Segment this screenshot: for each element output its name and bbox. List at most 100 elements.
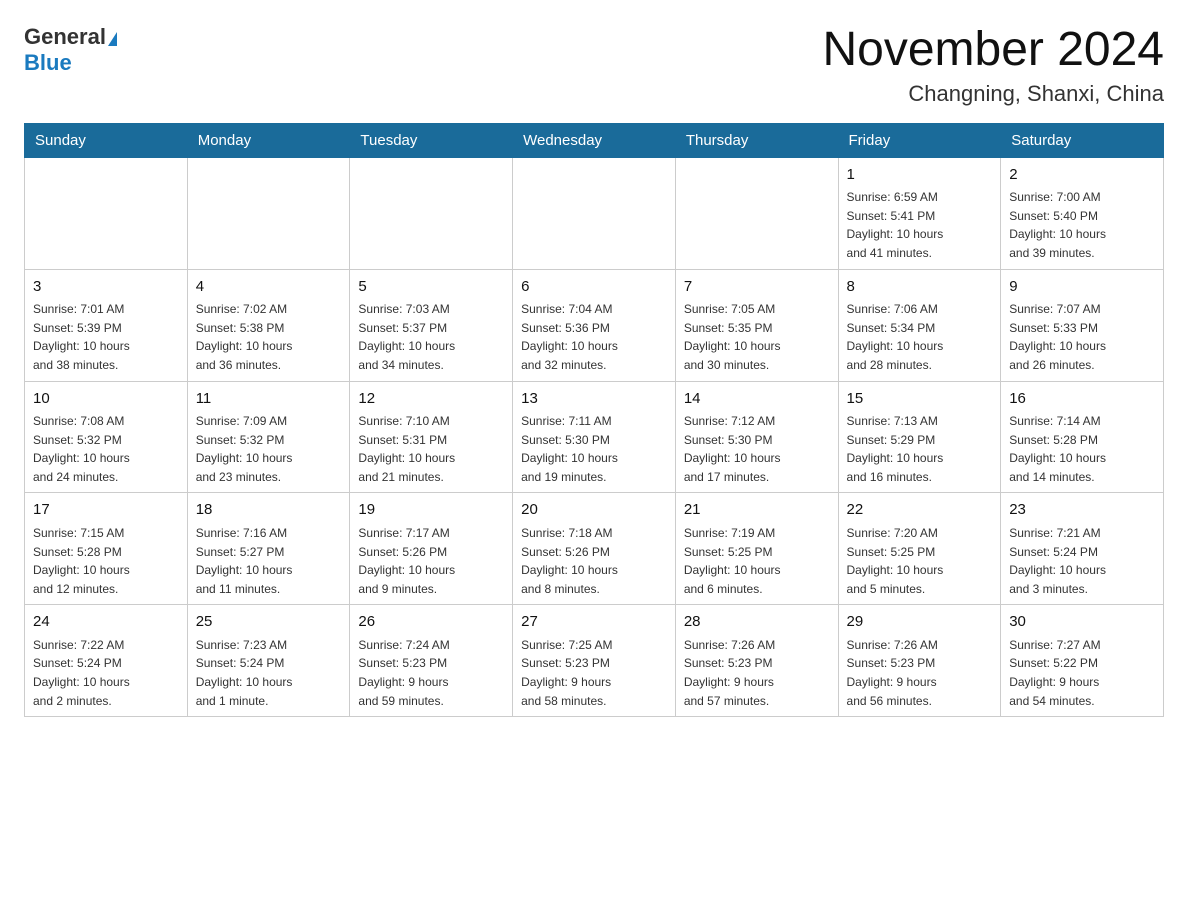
month-year-title: November 2024 <box>822 24 1164 77</box>
day-info: Sunrise: 7:13 AM Sunset: 5:29 PM Dayligh… <box>847 412 993 486</box>
day-number: 26 <box>358 611 504 634</box>
calendar-week-0: 1Sunrise: 6:59 AM Sunset: 5:41 PM Daylig… <box>25 157 1164 269</box>
day-info: Sunrise: 7:15 AM Sunset: 5:28 PM Dayligh… <box>33 524 179 598</box>
calendar-cell: 2Sunrise: 7:00 AM Sunset: 5:40 PM Daylig… <box>1001 157 1164 269</box>
day-info: Sunrise: 7:21 AM Sunset: 5:24 PM Dayligh… <box>1009 524 1155 598</box>
calendar-table: SundayMondayTuesdayWednesdayThursdayFrid… <box>24 123 1164 717</box>
day-info: Sunrise: 7:11 AM Sunset: 5:30 PM Dayligh… <box>521 412 667 486</box>
calendar-cell: 4Sunrise: 7:02 AM Sunset: 5:38 PM Daylig… <box>187 269 350 381</box>
day-number: 29 <box>847 611 993 634</box>
calendar-cell: 6Sunrise: 7:04 AM Sunset: 5:36 PM Daylig… <box>513 269 676 381</box>
day-number: 16 <box>1009 388 1155 411</box>
header-thursday: Thursday <box>675 123 838 157</box>
calendar-cell: 11Sunrise: 7:09 AM Sunset: 5:32 PM Dayli… <box>187 381 350 493</box>
title-block: November 2024 Changning, Shanxi, China <box>822 24 1164 107</box>
day-number: 5 <box>358 276 504 299</box>
day-info: Sunrise: 7:20 AM Sunset: 5:25 PM Dayligh… <box>847 524 993 598</box>
day-info: Sunrise: 6:59 AM Sunset: 5:41 PM Dayligh… <box>847 188 993 262</box>
calendar-cell: 27Sunrise: 7:25 AM Sunset: 5:23 PM Dayli… <box>513 605 676 717</box>
day-info: Sunrise: 7:03 AM Sunset: 5:37 PM Dayligh… <box>358 300 504 374</box>
calendar-cell: 1Sunrise: 6:59 AM Sunset: 5:41 PM Daylig… <box>838 157 1001 269</box>
logo-general-text: General <box>24 24 106 49</box>
header-sunday: Sunday <box>25 123 188 157</box>
calendar-cell: 20Sunrise: 7:18 AM Sunset: 5:26 PM Dayli… <box>513 493 676 605</box>
day-number: 8 <box>847 276 993 299</box>
calendar-cell: 8Sunrise: 7:06 AM Sunset: 5:34 PM Daylig… <box>838 269 1001 381</box>
day-info: Sunrise: 7:00 AM Sunset: 5:40 PM Dayligh… <box>1009 188 1155 262</box>
calendar-cell: 30Sunrise: 7:27 AM Sunset: 5:22 PM Dayli… <box>1001 605 1164 717</box>
calendar-cell: 14Sunrise: 7:12 AM Sunset: 5:30 PM Dayli… <box>675 381 838 493</box>
day-number: 22 <box>847 499 993 522</box>
day-info: Sunrise: 7:25 AM Sunset: 5:23 PM Dayligh… <box>521 636 667 710</box>
day-info: Sunrise: 7:27 AM Sunset: 5:22 PM Dayligh… <box>1009 636 1155 710</box>
day-number: 6 <box>521 276 667 299</box>
day-info: Sunrise: 7:24 AM Sunset: 5:23 PM Dayligh… <box>358 636 504 710</box>
day-info: Sunrise: 7:07 AM Sunset: 5:33 PM Dayligh… <box>1009 300 1155 374</box>
day-info: Sunrise: 7:22 AM Sunset: 5:24 PM Dayligh… <box>33 636 179 710</box>
day-number: 18 <box>196 499 342 522</box>
calendar-cell: 26Sunrise: 7:24 AM Sunset: 5:23 PM Dayli… <box>350 605 513 717</box>
calendar-cell: 15Sunrise: 7:13 AM Sunset: 5:29 PM Dayli… <box>838 381 1001 493</box>
calendar-cell: 7Sunrise: 7:05 AM Sunset: 5:35 PM Daylig… <box>675 269 838 381</box>
calendar-header-row: SundayMondayTuesdayWednesdayThursdayFrid… <box>25 123 1164 157</box>
calendar-cell: 3Sunrise: 7:01 AM Sunset: 5:39 PM Daylig… <box>25 269 188 381</box>
day-number: 1 <box>847 164 993 187</box>
calendar-cell: 29Sunrise: 7:26 AM Sunset: 5:23 PM Dayli… <box>838 605 1001 717</box>
day-number: 28 <box>684 611 830 634</box>
day-info: Sunrise: 7:10 AM Sunset: 5:31 PM Dayligh… <box>358 412 504 486</box>
day-number: 20 <box>521 499 667 522</box>
day-info: Sunrise: 7:12 AM Sunset: 5:30 PM Dayligh… <box>684 412 830 486</box>
logo: General Blue <box>24 24 117 76</box>
calendar-cell: 16Sunrise: 7:14 AM Sunset: 5:28 PM Dayli… <box>1001 381 1164 493</box>
calendar-week-4: 24Sunrise: 7:22 AM Sunset: 5:24 PM Dayli… <box>25 605 1164 717</box>
calendar-cell <box>513 157 676 269</box>
day-info: Sunrise: 7:26 AM Sunset: 5:23 PM Dayligh… <box>847 636 993 710</box>
calendar-cell: 9Sunrise: 7:07 AM Sunset: 5:33 PM Daylig… <box>1001 269 1164 381</box>
calendar-week-1: 3Sunrise: 7:01 AM Sunset: 5:39 PM Daylig… <box>25 269 1164 381</box>
calendar-cell: 18Sunrise: 7:16 AM Sunset: 5:27 PM Dayli… <box>187 493 350 605</box>
day-number: 10 <box>33 388 179 411</box>
calendar-cell: 12Sunrise: 7:10 AM Sunset: 5:31 PM Dayli… <box>350 381 513 493</box>
day-info: Sunrise: 7:17 AM Sunset: 5:26 PM Dayligh… <box>358 524 504 598</box>
day-info: Sunrise: 7:19 AM Sunset: 5:25 PM Dayligh… <box>684 524 830 598</box>
location-subtitle: Changning, Shanxi, China <box>822 81 1164 107</box>
calendar-cell: 19Sunrise: 7:17 AM Sunset: 5:26 PM Dayli… <box>350 493 513 605</box>
header-friday: Friday <box>838 123 1001 157</box>
day-info: Sunrise: 7:23 AM Sunset: 5:24 PM Dayligh… <box>196 636 342 710</box>
calendar-cell <box>350 157 513 269</box>
day-info: Sunrise: 7:05 AM Sunset: 5:35 PM Dayligh… <box>684 300 830 374</box>
calendar-week-2: 10Sunrise: 7:08 AM Sunset: 5:32 PM Dayli… <box>25 381 1164 493</box>
header-tuesday: Tuesday <box>350 123 513 157</box>
day-info: Sunrise: 7:14 AM Sunset: 5:28 PM Dayligh… <box>1009 412 1155 486</box>
day-number: 12 <box>358 388 504 411</box>
calendar-cell: 23Sunrise: 7:21 AM Sunset: 5:24 PM Dayli… <box>1001 493 1164 605</box>
day-info: Sunrise: 7:02 AM Sunset: 5:38 PM Dayligh… <box>196 300 342 374</box>
day-info: Sunrise: 7:08 AM Sunset: 5:32 PM Dayligh… <box>33 412 179 486</box>
day-number: 21 <box>684 499 830 522</box>
day-number: 17 <box>33 499 179 522</box>
calendar-cell <box>187 157 350 269</box>
day-number: 19 <box>358 499 504 522</box>
day-number: 9 <box>1009 276 1155 299</box>
day-info: Sunrise: 7:04 AM Sunset: 5:36 PM Dayligh… <box>521 300 667 374</box>
calendar-cell: 5Sunrise: 7:03 AM Sunset: 5:37 PM Daylig… <box>350 269 513 381</box>
day-info: Sunrise: 7:06 AM Sunset: 5:34 PM Dayligh… <box>847 300 993 374</box>
calendar-cell: 28Sunrise: 7:26 AM Sunset: 5:23 PM Dayli… <box>675 605 838 717</box>
day-number: 23 <box>1009 499 1155 522</box>
header-wednesday: Wednesday <box>513 123 676 157</box>
day-number: 30 <box>1009 611 1155 634</box>
logo-triangle-icon <box>108 32 117 46</box>
calendar-cell: 10Sunrise: 7:08 AM Sunset: 5:32 PM Dayli… <box>25 381 188 493</box>
day-number: 13 <box>521 388 667 411</box>
day-info: Sunrise: 7:16 AM Sunset: 5:27 PM Dayligh… <box>196 524 342 598</box>
day-number: 7 <box>684 276 830 299</box>
day-number: 2 <box>1009 164 1155 187</box>
day-info: Sunrise: 7:09 AM Sunset: 5:32 PM Dayligh… <box>196 412 342 486</box>
header-saturday: Saturday <box>1001 123 1164 157</box>
day-number: 3 <box>33 276 179 299</box>
calendar-cell: 13Sunrise: 7:11 AM Sunset: 5:30 PM Dayli… <box>513 381 676 493</box>
calendar-cell: 22Sunrise: 7:20 AM Sunset: 5:25 PM Dayli… <box>838 493 1001 605</box>
day-number: 24 <box>33 611 179 634</box>
calendar-week-3: 17Sunrise: 7:15 AM Sunset: 5:28 PM Dayli… <box>25 493 1164 605</box>
day-info: Sunrise: 7:26 AM Sunset: 5:23 PM Dayligh… <box>684 636 830 710</box>
